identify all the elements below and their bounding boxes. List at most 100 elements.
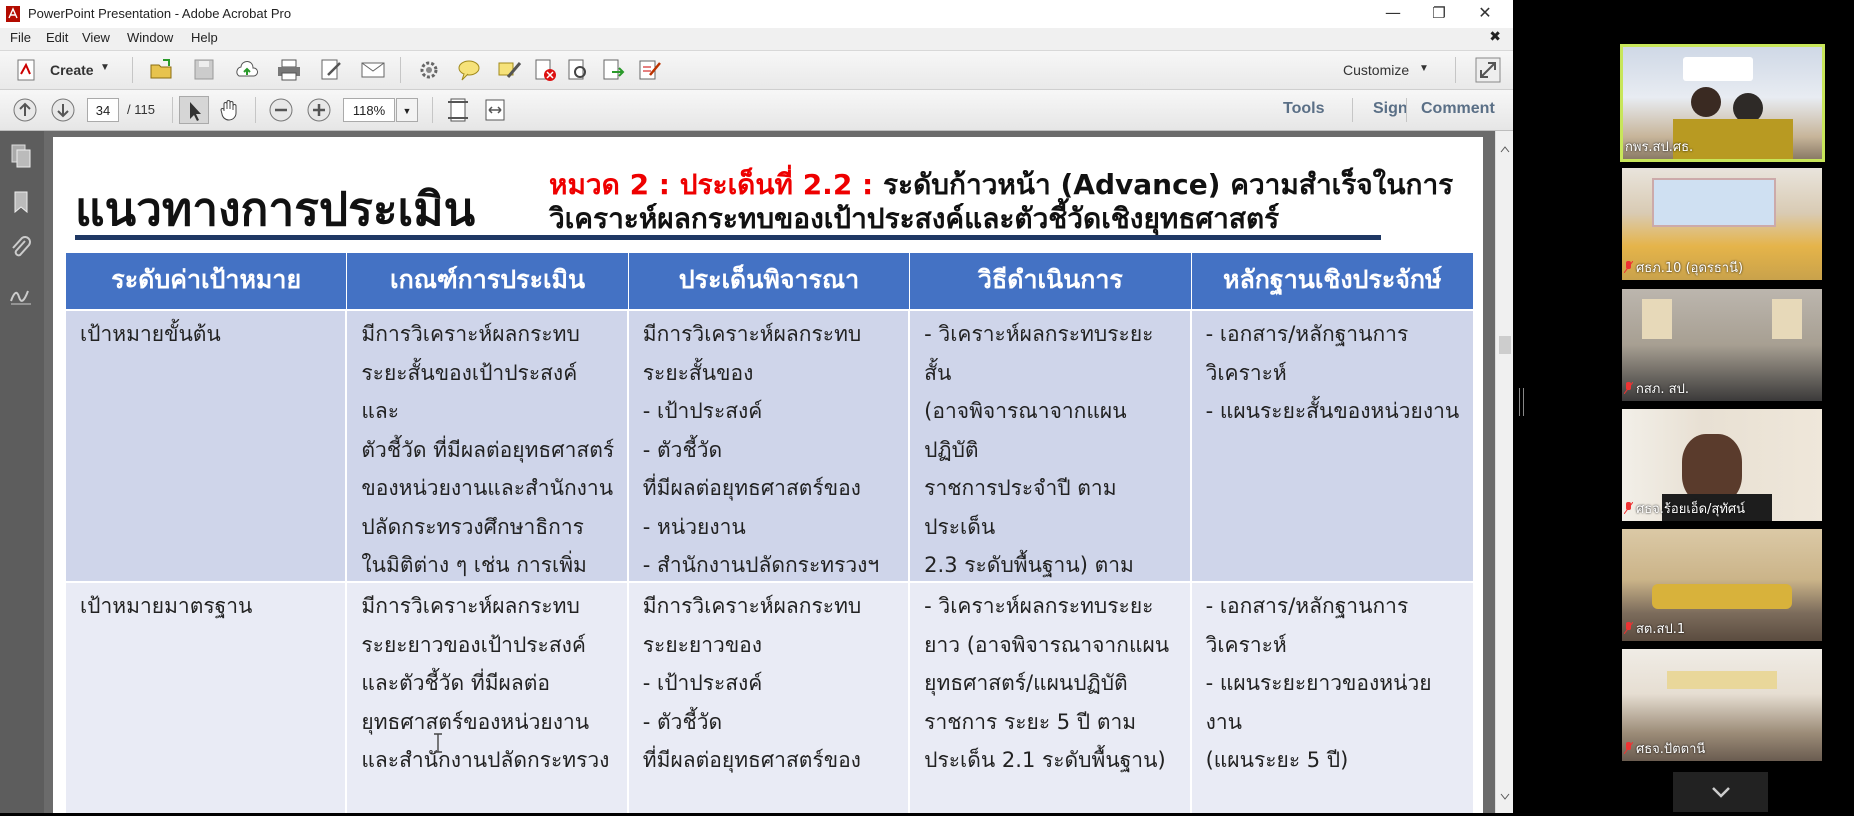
participant-name: ศธภ.10 (อุดรธานี): [1624, 257, 1743, 278]
panel-resize-handle[interactable]: [1519, 388, 1524, 416]
participant-name-text: สต.สป.1: [1636, 622, 1686, 637]
text-cursor-icon: [434, 733, 442, 753]
settings-gear-icon[interactable]: [416, 57, 442, 83]
document-search-icon[interactable]: [565, 57, 591, 83]
menu-view[interactable]: View: [82, 30, 110, 45]
zoom-in-icon[interactable]: [306, 97, 332, 123]
menu-edit[interactable]: Edit: [46, 30, 68, 45]
toolbar-separator: [1455, 57, 1456, 83]
window-title: PowerPoint Presentation - Adobe Acrobat …: [28, 6, 292, 21]
title-bar: PowerPoint Presentation - Adobe Acrobat …: [0, 0, 1513, 28]
scroll-up-icon[interactable]: [1500, 145, 1510, 153]
title-underline: [75, 235, 1381, 240]
create-pdf-icon: [17, 59, 35, 81]
close-button[interactable]: ✕: [1462, 0, 1508, 28]
participant-video-tile[interactable]: กพร.สป.ศธ.: [1620, 44, 1825, 162]
scrollbar-thumb[interactable]: [1499, 336, 1511, 354]
fit-page-icon[interactable]: [445, 97, 471, 123]
participant-name: กพร.สป.ศธ.: [1625, 140, 1694, 155]
zoom-out-icon[interactable]: [268, 97, 294, 123]
zoom-level-input[interactable]: 118%: [343, 98, 395, 122]
previous-page-icon[interactable]: [12, 97, 38, 123]
criteria-table: ระดับค่าเป้าหมาย เกณฑ์การประเมิน ประเด็น…: [66, 253, 1473, 813]
delete-page-icon[interactable]: [532, 57, 558, 83]
backdrop-banner: [1652, 178, 1776, 227]
column-header: หลักฐานเชิงประจักษ์: [1191, 253, 1473, 309]
participant-name: สต.สป.1: [1624, 618, 1685, 639]
cursor-arrow-icon: [190, 102, 201, 121]
table-header-row: ระดับค่าเป้าหมาย เกณฑ์การประเมิน ประเด็น…: [66, 253, 1473, 309]
minimize-button[interactable]: —: [1370, 0, 1416, 28]
toolbar-separator: [255, 97, 256, 123]
chevron-down-icon: [1711, 787, 1730, 798]
toolbar-separator: [400, 57, 401, 83]
participant-video-tile[interactable]: ศธจ.ร้อยเอ็ด/สุทัศน์: [1622, 409, 1822, 521]
customize-dropdown-icon[interactable]: ▼: [1419, 63, 1429, 74]
toolbar-separator: [132, 57, 133, 83]
portrait-frame: [1772, 299, 1802, 339]
expand-fullscreen-icon[interactable]: [1475, 57, 1501, 83]
menu-help[interactable]: Help: [191, 30, 218, 45]
table-cell: มีการวิเคราะห์ผลกระทบ ระยะสั้นของ - เป้า…: [628, 311, 911, 616]
export-page-icon[interactable]: [600, 57, 626, 83]
hand-tool-icon[interactable]: [217, 97, 243, 123]
menu-file[interactable]: File: [10, 30, 31, 45]
document-view[interactable]: แนวทางการประเมิน หมวด 2 : ประเด็นที่ 2.2…: [44, 131, 1495, 813]
create-label: Create: [50, 62, 94, 78]
form-edit-icon[interactable]: [636, 57, 662, 83]
customize-label[interactable]: Customize: [1343, 62, 1409, 78]
participant-name: ศธจ.ปัตตานี: [1624, 738, 1705, 759]
muted-mic-icon: [1624, 261, 1633, 273]
page-thumbnails-icon[interactable]: [8, 143, 34, 169]
portrait-frame: [1642, 299, 1672, 339]
column-header: เกณฑ์การประเมิน: [347, 253, 629, 309]
participant-video-tile[interactable]: ศธภ.10 (อุดรธานี): [1622, 168, 1822, 280]
table-cell: เป้าหมายมาตรฐาน: [66, 583, 348, 813]
vertical-scrollbar[interactable]: [1495, 131, 1514, 813]
scroll-participants-button[interactable]: [1673, 772, 1768, 812]
participant-video-tile[interactable]: กสภ. สป.: [1622, 289, 1822, 401]
column-header: ประเด็นพิจารณา: [628, 253, 911, 309]
menu-window[interactable]: Window: [127, 30, 173, 45]
open-folder-icon[interactable]: [149, 57, 175, 83]
table-row: เป้าหมายมาตรฐาน มีการวิเคราะห์ผลกระทบ ระ…: [66, 583, 1473, 813]
participant-video-tile[interactable]: ศธจ.ปัตตานี: [1622, 649, 1822, 761]
dropdown-arrow-icon: ▼: [100, 62, 110, 73]
signatures-icon[interactable]: [8, 281, 34, 307]
participant-video-tile[interactable]: สต.สป.1: [1622, 529, 1822, 641]
table-cell: - วิเคราะห์ผลกระทบระยะสั้น (อาจพิจารณาจา…: [910, 311, 1192, 616]
save-icon[interactable]: [192, 57, 218, 83]
comment-bubble-icon[interactable]: [456, 57, 482, 83]
table-cell: - เอกสาร/หลักฐานการ วิเคราะห์ - แผนระยะส…: [1191, 311, 1473, 581]
email-icon[interactable]: [360, 57, 386, 83]
sign-pane-link[interactable]: Sign: [1373, 100, 1408, 118]
restore-button[interactable]: ❐: [1416, 0, 1462, 28]
edit-document-icon[interactable]: [318, 57, 344, 83]
table-row: เป้าหมายขั้นต้น มีการวิเคราะห์ผลกระทบ ระ…: [66, 311, 1473, 654]
toolbar-separator: [1406, 98, 1407, 122]
zoom-dropdown-icon[interactable]: ▼: [396, 98, 418, 122]
create-button[interactable]: Create ▼: [14, 57, 114, 83]
highlight-pen-icon[interactable]: [496, 57, 522, 83]
upload-cloud-icon[interactable]: [234, 57, 260, 83]
table-cell: มีการวิเคราะห์ผลกระทบ ระยะสั้นของเป้าประ…: [347, 311, 629, 654]
table-cell: - เอกสาร/หลักฐานการ วิเคราะห์ - แผนระยะย…: [1191, 583, 1473, 813]
fit-width-icon[interactable]: [482, 97, 508, 123]
close-document-icon[interactable]: ✖: [1489, 29, 1501, 45]
menu-bar: File Edit View Window Help ✖: [0, 28, 1513, 51]
page-total: / 115: [127, 102, 155, 117]
muted-mic-icon: [1624, 742, 1633, 754]
tools-pane-link[interactable]: Tools: [1283, 100, 1324, 118]
select-tool-button[interactable]: [179, 96, 209, 124]
page-number-input[interactable]: 34: [87, 98, 119, 122]
acrobat-window: PowerPoint Presentation - Adobe Acrobat …: [0, 0, 1514, 813]
next-page-icon[interactable]: [50, 97, 76, 123]
bookmarks-icon[interactable]: [8, 189, 34, 215]
participant-name: กสภ. สป.: [1624, 378, 1689, 399]
attachments-paperclip-icon[interactable]: [8, 235, 34, 261]
scroll-down-icon[interactable]: [1500, 793, 1510, 801]
comment-pane-link[interactable]: Comment: [1421, 100, 1495, 118]
print-icon[interactable]: [276, 57, 302, 83]
main-toolbar: Create ▼ Customize ▼: [0, 51, 1513, 90]
person-head: [1691, 87, 1721, 117]
